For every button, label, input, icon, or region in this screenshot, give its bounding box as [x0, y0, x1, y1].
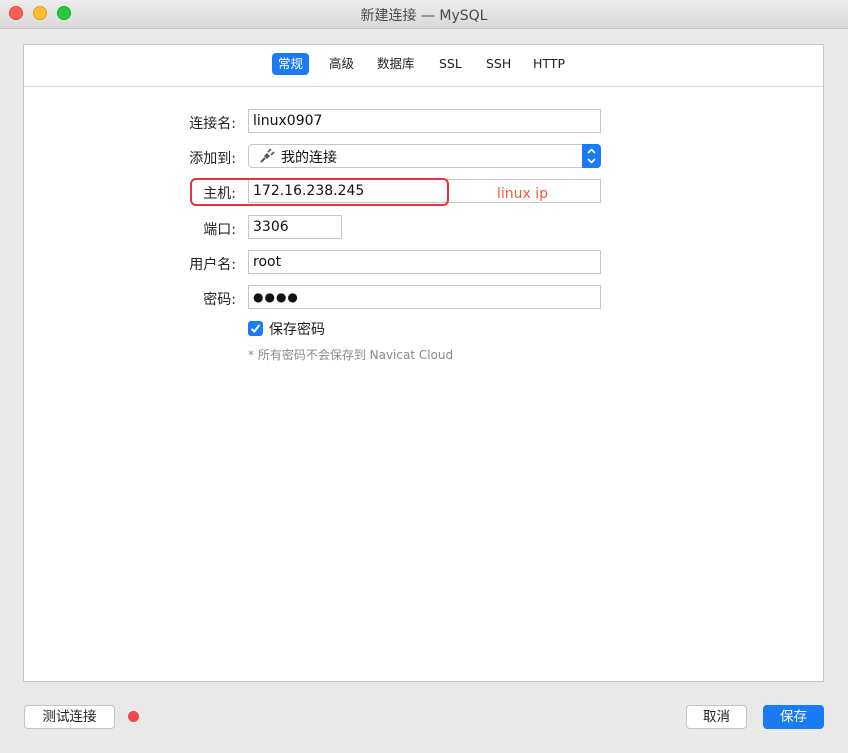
password-field[interactable]: ●●●●	[248, 285, 601, 309]
connection-name-label: 连接名:	[189, 116, 236, 132]
tab-database[interactable]: 数据库	[371, 53, 421, 75]
connection-panel: 常规 高级 数据库 SSL SSH HTTP 连接名: linux0907 添加…	[23, 44, 824, 682]
port-label: 端口:	[203, 222, 236, 238]
tab-general[interactable]: 常规	[272, 53, 310, 75]
add-to-value: 我的连接	[281, 150, 337, 166]
tab-advanced[interactable]: 高级	[323, 53, 360, 75]
save-password-label: 保存密码	[269, 322, 325, 338]
test-connection-button[interactable]: 测试连接	[24, 705, 115, 729]
cancel-button[interactable]: 取消	[686, 705, 747, 729]
tab-ssl[interactable]: SSL	[433, 53, 468, 75]
plug-icon	[260, 148, 275, 163]
username-field[interactable]: root	[248, 250, 601, 274]
password-label: 密码:	[203, 292, 236, 308]
title-bar: 新建连接 — MySQL	[0, 0, 848, 29]
host-highlight-box	[190, 178, 449, 206]
port-field[interactable]: 3306	[248, 215, 342, 239]
tab-http[interactable]: HTTP	[527, 53, 571, 75]
add-to-label: 添加到:	[189, 151, 236, 167]
add-to-select[interactable]: 我的连接	[248, 144, 601, 168]
username-label: 用户名:	[189, 257, 236, 273]
connection-name-field[interactable]: linux0907	[248, 109, 601, 133]
connection-status-indicator	[128, 711, 139, 722]
checkmark-icon	[250, 324, 261, 333]
window-title: 新建连接 — MySQL	[360, 8, 488, 24]
host-annotation: linux ip	[497, 186, 549, 202]
save-button[interactable]: 保存	[763, 705, 824, 729]
tab-bar: 常规 高级 数据库 SSL SSH HTTP	[24, 45, 823, 87]
select-stepper-icon[interactable]	[582, 144, 601, 168]
save-password-checkbox[interactable]	[248, 321, 263, 336]
password-note: * 所有密码不会保存到 Navicat Cloud	[248, 348, 454, 362]
tab-ssh[interactable]: SSH	[480, 53, 517, 75]
